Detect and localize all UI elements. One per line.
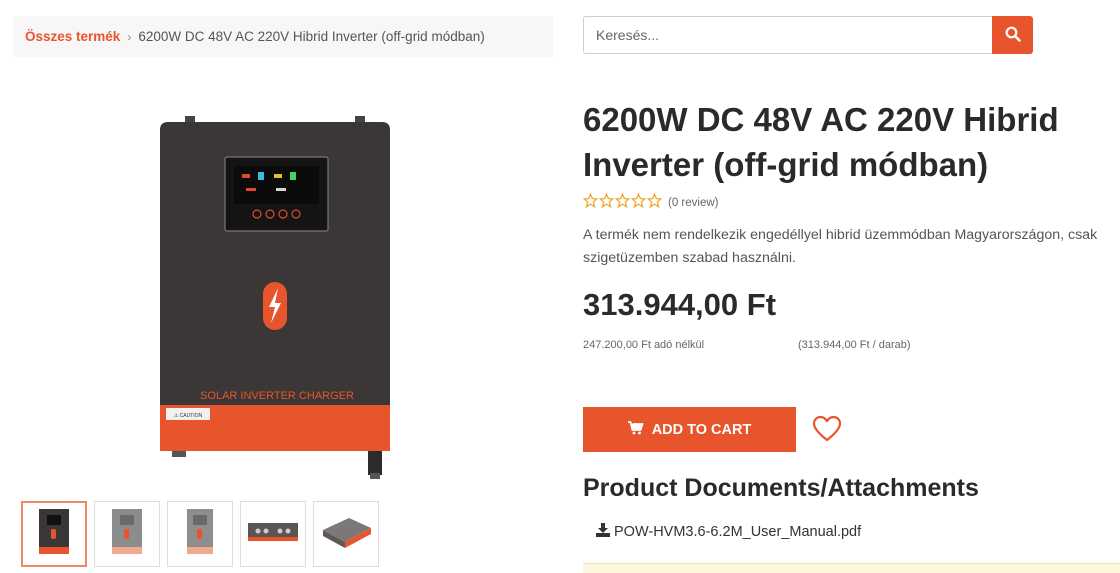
download-icon (596, 523, 610, 541)
main-product-image[interactable]: SOLAR INVERTER CHARGER ⚠ CAUTION (150, 110, 400, 480)
star-rating[interactable] (582, 192, 663, 213)
add-to-cart-label: ADD TO CART (651, 421, 752, 438)
document-link-user-manual[interactable]: POW-HVM3.6-6.2M_User_Manual.pdf (596, 523, 861, 541)
breadcrumb: Összes termék › 6200W DC 48V AC 220V Hib… (13, 16, 553, 57)
product-title: 6200W DC 48V AC 220V Hibrid Inverter (of… (583, 101, 1059, 183)
thumbnail-1[interactable] (21, 501, 87, 567)
unit-price: (313.944,00 Ft / darab) (798, 339, 911, 351)
main-image-label: SOLAR INVERTER CHARGER (200, 390, 354, 402)
star-outline-icon (582, 192, 599, 213)
product-price: 313.944,00 Ft (583, 287, 777, 322)
thumbnail-strip (21, 501, 379, 567)
search-input[interactable] (583, 16, 992, 54)
caution-sticker: ⚠ CAUTION (174, 413, 203, 419)
thumbnail-2[interactable] (94, 501, 160, 567)
search-icon (1005, 26, 1021, 45)
review-count[interactable]: (0 review) (668, 197, 718, 209)
search-button[interactable] (992, 16, 1033, 54)
inverter-angled-thumbnail-icon (319, 512, 373, 557)
inverter-faded-thumbnail-icon (110, 507, 144, 562)
wishlist-button[interactable] (809, 413, 844, 448)
breadcrumb-current: 6200W DC 48V AC 220V Hibrid Inverter (of… (138, 29, 485, 44)
add-to-cart-button[interactable]: ADD TO CART (583, 407, 796, 452)
inverter-front-thumbnail-icon (37, 507, 71, 562)
breadcrumb-link-all-products[interactable]: Összes termék (25, 29, 120, 44)
notice-banner (583, 563, 1120, 573)
search-bar (583, 16, 1033, 54)
documents-heading: Product Documents/Attachments (583, 474, 979, 502)
heart-icon (812, 415, 842, 447)
star-outline-icon (598, 192, 615, 213)
thumbnail-5[interactable] (313, 501, 379, 567)
star-outline-icon (614, 192, 631, 213)
inverter-side-thumbnail-icon (183, 507, 217, 562)
cart-icon (627, 420, 644, 439)
net-price: 247.200,00 Ft adó nélkül (583, 339, 705, 351)
product-notice: A termék nem rendelkezik engedéllyel hib… (583, 227, 1098, 266)
breadcrumb-separator: › (127, 29, 132, 44)
product-rating: (0 review) (582, 192, 718, 213)
document-file-name: POW-HVM3.6-6.2M_User_Manual.pdf (614, 524, 862, 540)
thumbnail-4[interactable] (240, 501, 306, 567)
thumbnail-3[interactable] (167, 501, 233, 567)
inverter-bottom-thumbnail-icon (246, 517, 300, 552)
star-outline-icon (646, 192, 663, 213)
star-outline-icon (630, 192, 647, 213)
